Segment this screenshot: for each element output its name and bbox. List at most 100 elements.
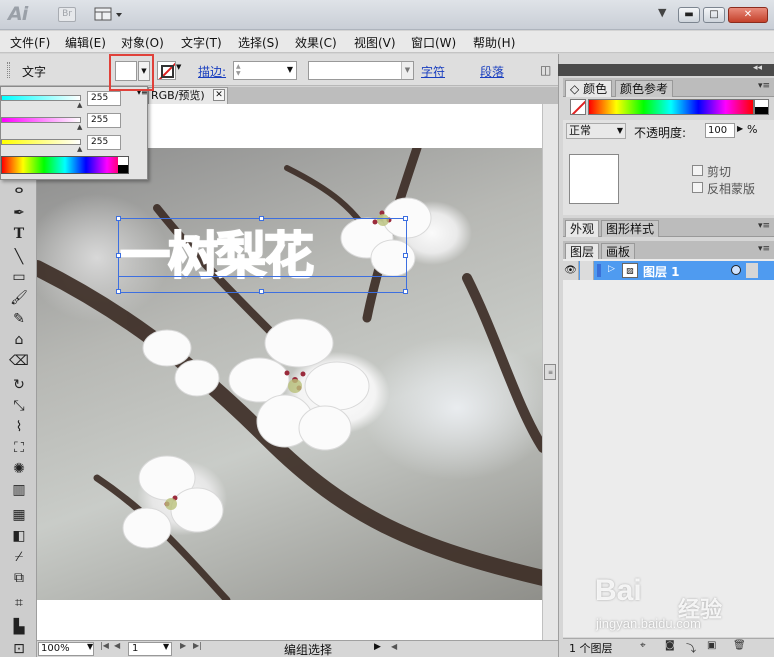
eyedropper-tool-icon[interactable]: ⌿ bbox=[8, 548, 30, 566]
stroke-dropdown-icon[interactable]: ▼ bbox=[176, 63, 181, 71]
paragraph-panel-link[interactable]: 段落 bbox=[480, 63, 504, 80]
menu-file[interactable]: 文件(F) bbox=[10, 34, 50, 51]
black-white-swatch[interactable] bbox=[118, 157, 128, 173]
create-sublayer-icon[interactable]: ⤵ bbox=[686, 640, 696, 655]
opacity-dropdown-icon[interactable]: ▶ bbox=[737, 124, 743, 133]
green-channel-value[interactable]: 255 bbox=[87, 113, 121, 128]
tab-layers[interactable]: 图层 bbox=[565, 243, 600, 260]
red-channel-value[interactable]: 255 bbox=[87, 91, 121, 106]
menu-view[interactable]: 视图(V) bbox=[354, 34, 396, 51]
scale-tool-icon[interactable]: ⤡ bbox=[8, 397, 30, 415]
popup-color-spectrum[interactable] bbox=[1, 156, 129, 174]
locate-object-icon[interactable]: ⌖ bbox=[640, 640, 646, 651]
blue-channel-slider[interactable] bbox=[1, 139, 81, 145]
blend-mode-select[interactable]: 正常 ▼ bbox=[566, 123, 626, 139]
none-color-swatch[interactable] bbox=[570, 99, 586, 115]
artboard-tool-icon[interactable]: ⊡ bbox=[8, 640, 30, 657]
rectangle-tool-icon[interactable]: ▭ bbox=[8, 268, 30, 286]
tab-color-guide[interactable]: 颜色参考 bbox=[615, 80, 674, 97]
pencil-tool-icon[interactable]: ✎ bbox=[8, 310, 30, 328]
status-text[interactable]: 编组选择 bbox=[230, 641, 386, 657]
stroke-weight-dropdown-icon[interactable]: ▼ bbox=[287, 65, 293, 74]
status-menu-icon[interactable]: ▶ bbox=[374, 642, 381, 652]
stroke-weight-spinner-icon[interactable]: ▲ ▼ bbox=[236, 63, 241, 77]
selection-handle[interactable] bbox=[116, 289, 121, 294]
text-selection-bounding-box[interactable] bbox=[116, 216, 408, 294]
slice-tool-icon[interactable]: ⌗ bbox=[8, 594, 30, 612]
bridge-button[interactable]: Br bbox=[58, 7, 76, 22]
menu-type[interactable]: 文字(T) bbox=[181, 34, 222, 51]
graph-tool-icon[interactable]: ▥ bbox=[8, 481, 30, 499]
rotate-tool-icon[interactable]: ↻ bbox=[8, 376, 30, 394]
symbol-sprayer-tool-icon[interactable]: ✺ bbox=[8, 460, 30, 478]
make-clipping-mask-icon[interactable]: ◙ bbox=[665, 640, 675, 651]
stroke-color-swatch[interactable] bbox=[157, 61, 176, 80]
font-family-field[interactable]: ▼ bbox=[308, 61, 414, 80]
selection-handle[interactable] bbox=[403, 289, 408, 294]
character-panel-link[interactable]: 字符 bbox=[421, 63, 445, 80]
eraser-tool-icon[interactable]: ⌫ bbox=[8, 352, 30, 370]
document-tab-close-icon[interactable]: ✕ bbox=[213, 89, 225, 101]
type-tool-icon[interactable]: T bbox=[8, 225, 30, 243]
menu-select[interactable]: 选择(S) bbox=[238, 34, 279, 51]
arrange-documents-button[interactable] bbox=[94, 7, 124, 22]
first-artboard-icon[interactable]: |◀ bbox=[100, 641, 109, 650]
close-button[interactable]: ✕ bbox=[728, 7, 768, 23]
tab-artboards[interactable]: 画板 bbox=[601, 243, 636, 260]
stroke-weight-field[interactable]: ▲ ▼ ▼ bbox=[233, 61, 297, 80]
tab-graphic-styles[interactable]: 图形样式 bbox=[601, 220, 660, 237]
next-artboard-icon[interactable]: ▶ bbox=[180, 641, 186, 650]
delete-layer-icon[interactable]: 🗑 bbox=[733, 640, 746, 651]
lock-toggle[interactable] bbox=[580, 261, 594, 280]
pen-tool-icon[interactable]: ✒ bbox=[8, 204, 30, 222]
visibility-eye-icon[interactable]: 👁 bbox=[563, 261, 579, 280]
workspace-switcher-icon[interactable]: ▼ bbox=[658, 6, 666, 19]
transparency-thumbnail[interactable] bbox=[569, 154, 619, 204]
selection-handle[interactable] bbox=[116, 216, 121, 221]
green-channel-slider[interactable] bbox=[1, 117, 81, 123]
color-spectrum-bar[interactable] bbox=[588, 99, 754, 115]
minimize-button[interactable]: ▬ bbox=[678, 7, 700, 23]
line-tool-icon[interactable]: ╲ bbox=[8, 248, 30, 266]
menu-edit[interactable]: 编辑(E) bbox=[65, 34, 106, 51]
selection-handle[interactable] bbox=[403, 253, 408, 258]
zoom-dropdown-icon[interactable]: ▼ bbox=[87, 642, 93, 651]
opacity-input[interactable]: 100 bbox=[705, 123, 735, 138]
slider-thumb-icon[interactable]: ▲ bbox=[77, 145, 82, 153]
appearance-panel-menu-icon[interactable]: ▾≡ bbox=[758, 221, 770, 231]
menu-help[interactable]: 帮助(H) bbox=[473, 34, 515, 51]
blend-mode-dropdown-icon[interactable]: ▼ bbox=[617, 124, 623, 138]
layer-selection-column[interactable] bbox=[746, 263, 758, 278]
tab-color[interactable]: ◇ 颜色 bbox=[565, 80, 613, 97]
slider-thumb-icon[interactable]: ▲ bbox=[77, 123, 82, 131]
lasso-tool-icon[interactable]: ⴰ bbox=[8, 180, 30, 198]
control-bar-grip[interactable] bbox=[7, 62, 10, 78]
menu-effect[interactable]: 效果(C) bbox=[295, 34, 337, 51]
control-bar-options-icon[interactable]: ◫ bbox=[540, 63, 551, 77]
color-panel-menu-icon[interactable]: ▾≡ bbox=[758, 81, 770, 91]
create-layer-icon[interactable]: ▣ bbox=[707, 640, 716, 651]
invert-mask-checkbox[interactable] bbox=[692, 182, 703, 193]
maximize-button[interactable]: □ bbox=[703, 7, 725, 23]
layer-name[interactable]: 图层 1 bbox=[643, 263, 680, 280]
stroke-link[interactable]: 描边: bbox=[198, 63, 226, 80]
gradient-tool-icon[interactable]: ◧ bbox=[8, 527, 30, 545]
selection-handle[interactable] bbox=[259, 216, 264, 221]
blend-tool-icon[interactable]: ⧉ bbox=[8, 569, 30, 587]
blob-brush-tool-icon[interactable]: ⌂ bbox=[8, 331, 30, 349]
layers-panel-menu-icon[interactable]: ▾≡ bbox=[758, 244, 770, 254]
paintbrush-tool-icon[interactable]: 🖌 bbox=[8, 289, 30, 307]
previous-artboard-icon[interactable]: ◀ bbox=[114, 641, 120, 650]
font-family-dropdown-icon[interactable]: ▼ bbox=[401, 62, 413, 79]
zoom-field[interactable]: 100% bbox=[38, 642, 94, 656]
clip-checkbox[interactable] bbox=[692, 165, 703, 176]
column-graph-icon[interactable]: ▙ bbox=[8, 618, 30, 636]
selection-handle[interactable] bbox=[116, 253, 121, 258]
artboard-dropdown-icon[interactable]: ▼ bbox=[163, 642, 169, 651]
selection-handle[interactable] bbox=[259, 289, 264, 294]
blue-channel-value[interactable]: 255 bbox=[87, 135, 121, 150]
red-channel-slider[interactable] bbox=[1, 95, 81, 101]
selection-handle[interactable] bbox=[403, 216, 408, 221]
menu-window[interactable]: 窗口(W) bbox=[411, 34, 456, 51]
last-artboard-icon[interactable]: ▶| bbox=[193, 641, 202, 650]
